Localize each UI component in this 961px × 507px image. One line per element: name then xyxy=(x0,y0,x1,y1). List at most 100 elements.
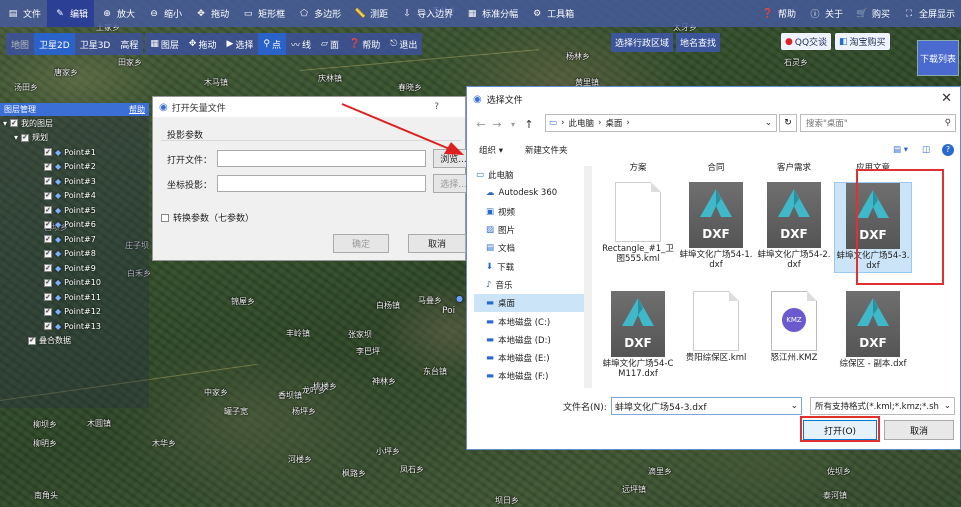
view-tab-3[interactable]: 高程 xyxy=(115,33,143,55)
nav-item[interactable]: ⬇ 下载 xyxy=(474,257,584,275)
nav-item[interactable]: ▭ 此电脑 xyxy=(474,166,584,184)
layer-panel-help-link[interactable]: 帮助 xyxy=(129,104,145,115)
layer-group-planning[interactable]: ▾ ✓ 规划 xyxy=(0,131,149,146)
expand-toggle-icon[interactable]: ▾ xyxy=(3,119,7,128)
layer-point-item[interactable]: ✓ ◆ Point#5 xyxy=(0,203,149,218)
chevron-down-icon[interactable]: ⌄ xyxy=(765,118,772,128)
layer-point-item[interactable]: ✓ ◆ Point#12 xyxy=(0,305,149,320)
file-item[interactable]: 贵阳综保区.kml xyxy=(677,291,755,364)
folder-item[interactable]: 合同 xyxy=(677,163,755,174)
layer-point-item[interactable]: ✓ ◆ Point#10 xyxy=(0,276,149,291)
place-search-button[interactable]: 地名查找 xyxy=(676,33,721,52)
toolbar-file-button[interactable]: ▤ 文件 xyxy=(0,0,47,27)
file-item[interactable]: DXF 蚌埠文化广场54-1.dxf xyxy=(677,182,755,271)
layer-point-item[interactable]: ✓ ◆ Point#8 xyxy=(0,247,149,262)
up-arrow-icon[interactable]: ↑ xyxy=(521,118,537,131)
filename-input[interactable]: 蚌埠文化广场54-3.dxf ⌄ xyxy=(611,397,802,415)
back-arrow-icon[interactable]: ← xyxy=(473,118,489,131)
layer-checkbox[interactable]: ✓ xyxy=(21,133,30,142)
layer-checkbox[interactable]: ✓ xyxy=(44,148,52,157)
download-list-button[interactable]: 下载列表 xyxy=(917,40,959,76)
file-item[interactable]: DXF 综保区 - 副本.dxf xyxy=(834,291,912,370)
nav-item[interactable]: ♪ 音乐 xyxy=(474,276,584,294)
close-icon[interactable]: ✕ xyxy=(941,91,952,106)
toolbar-purchase-button[interactable]: 🛒 购买 xyxy=(849,0,896,27)
toolbar-help-button[interactable]: ❓ 帮助 xyxy=(755,0,802,27)
toolbar-standard-grid-button[interactable]: ▦ 标准分幅 xyxy=(459,0,524,27)
nav-item[interactable]: ▬ 本地磁盘 (F:) xyxy=(474,367,584,385)
layer-point-item[interactable]: ✓ ◆ Point#7 xyxy=(0,232,149,247)
chevron-down-icon[interactable]: ⌄ xyxy=(944,401,951,411)
map-tool-pan[interactable]: ✥ 拖动 xyxy=(184,33,222,55)
map-tool-help[interactable]: ❓ 帮助 xyxy=(344,33,385,55)
layer-checkbox[interactable]: ✓ xyxy=(44,307,52,316)
chevron-down-icon[interactable]: ⌄ xyxy=(790,401,798,411)
nav-item[interactable]: ▤ 文档 xyxy=(474,239,584,257)
toolbar-rectangle-button[interactable]: ▭ 矩形框 xyxy=(235,0,291,27)
layer-checkbox[interactable]: ✓ xyxy=(44,191,52,200)
expand-toggle-icon[interactable]: ▾ xyxy=(14,133,18,142)
layer-point-item[interactable]: ✓ ◆ Point#11 xyxy=(0,290,149,305)
toolbar-about-button[interactable]: ⓘ 关于 xyxy=(802,0,849,27)
nav-item[interactable]: ▬ 桌面 xyxy=(474,294,584,313)
nav-item[interactable]: ▬ 本地磁盘 (E:) xyxy=(474,349,584,367)
file-type-filter[interactable]: 所有支持格式(*.kml;*.kmz;*.sh ⌄ xyxy=(810,397,955,415)
layer-checkbox[interactable]: ✓ xyxy=(44,162,52,171)
layer-point-item[interactable]: ✓ ◆ Point#9 xyxy=(0,261,149,276)
map-tool-layers[interactable]: ▦ 图层 xyxy=(145,33,184,55)
layer-point-item[interactable]: ✓ ◆ Point#6 xyxy=(0,218,149,233)
preview-pane-icon[interactable]: ◫ xyxy=(922,145,930,155)
layer-checkbox[interactable]: ✓ xyxy=(44,177,52,186)
toolbar-zoom-in-button[interactable]: ⊕ 放大 xyxy=(94,0,141,27)
layer-checkbox[interactable]: ✓ xyxy=(44,293,52,302)
nav-item[interactable]: ▨ 图片 xyxy=(474,221,584,239)
coord-projection-input[interactable] xyxy=(217,175,426,192)
layer-point-item[interactable]: ✓ ◆ Point#3 xyxy=(0,174,149,189)
map-tool-point[interactable]: ⚲ 点 xyxy=(258,33,287,55)
layer-checkbox[interactable]: ✓ xyxy=(44,249,52,258)
file-item[interactable]: DXF 蚌埠文化广场54-2.dxf xyxy=(755,182,833,271)
breadcrumb-this-pc[interactable]: 此电脑 xyxy=(568,117,594,129)
layer-checkbox[interactable]: ✓ xyxy=(44,206,52,215)
layer-point-item[interactable]: ✓ ◆ Point#2 xyxy=(0,160,149,175)
address-bar[interactable]: ▭ › 此电脑 › 桌面 › ⌄ xyxy=(545,114,777,132)
map-tool-line[interactable]: 〰线 xyxy=(286,33,316,55)
file-item[interactable]: DXF 蚌埠文化广场54-CM117.dxf xyxy=(599,291,677,380)
map-point-marker-icon[interactable]: ● xyxy=(456,294,463,303)
map-tool-exit[interactable]: ⎋ 退出 xyxy=(385,33,422,55)
layer-checkbox[interactable]: ✓ xyxy=(44,278,52,287)
layer-root-my-layers[interactable]: ▾ ✓ 我的图层 xyxy=(0,116,149,131)
layer-checkbox[interactable]: ✓ xyxy=(44,235,52,244)
toolbar-edit-button[interactable]: ✎ 编辑 xyxy=(47,0,95,27)
nav-item[interactable]: ☁ Autodesk 360 xyxy=(474,184,584,202)
map-tool-polygon[interactable]: ▱ 面 xyxy=(316,33,344,55)
region-select-button[interactable]: 选择行政区域 xyxy=(611,33,674,52)
toolbar-zoom-out-button[interactable]: ⊖ 缩小 xyxy=(141,0,188,27)
breadcrumb-desktop[interactable]: 桌面 xyxy=(605,117,622,129)
layer-overlay-data[interactable]: ✓ 叠合数据 xyxy=(0,334,149,349)
map-tool-select[interactable]: ▶ 选择 xyxy=(221,33,258,55)
new-folder-button[interactable]: 新建文件夹 xyxy=(525,144,568,156)
nav-item[interactable]: ▬ 本地磁盘 (C:) xyxy=(474,312,584,330)
layer-checkbox[interactable]: ✓ xyxy=(44,322,52,331)
view-tab-0[interactable]: 地图 xyxy=(6,33,34,55)
nav-item[interactable]: ▣ 视频 xyxy=(474,203,584,221)
convert-params-check[interactable] xyxy=(161,213,169,222)
layer-point-item[interactable]: ✓ ◆ Point#13 xyxy=(0,319,149,334)
search-input[interactable]: 搜索"桌面" ⚲ xyxy=(800,114,956,132)
navigation-pane-scrollbar[interactable] xyxy=(584,166,592,388)
view-tab-1[interactable]: 卫星2D xyxy=(34,33,75,55)
organize-menu[interactable]: 组织 ▾ xyxy=(479,144,503,156)
toolbar-measure-button[interactable]: 📏 测距 xyxy=(347,0,394,27)
layer-checkbox[interactable]: ✓ xyxy=(10,119,19,128)
ok-button[interactable]: 确定 xyxy=(333,234,389,253)
toolbar-fullscreen-button[interactable]: ⛶ 全屏显示 xyxy=(896,0,961,27)
convert-params-checkbox[interactable]: 转换参数（七参数） xyxy=(161,211,254,224)
taobao-buy-button[interactable]: ◧ 淘宝购买 xyxy=(835,33,890,50)
toolbar-pan-button[interactable]: ✥ 拖动 xyxy=(188,0,235,27)
layer-checkbox[interactable]: ✓ xyxy=(44,264,52,273)
layer-point-item[interactable]: ✓ ◆ Point#1 xyxy=(0,145,149,160)
map-point-label[interactable]: Poi xyxy=(442,306,455,316)
toolbar-toolbox-button[interactable]: ⚙ 工具箱 xyxy=(524,0,580,27)
vector-cancel-button[interactable]: 取消 xyxy=(408,234,466,253)
